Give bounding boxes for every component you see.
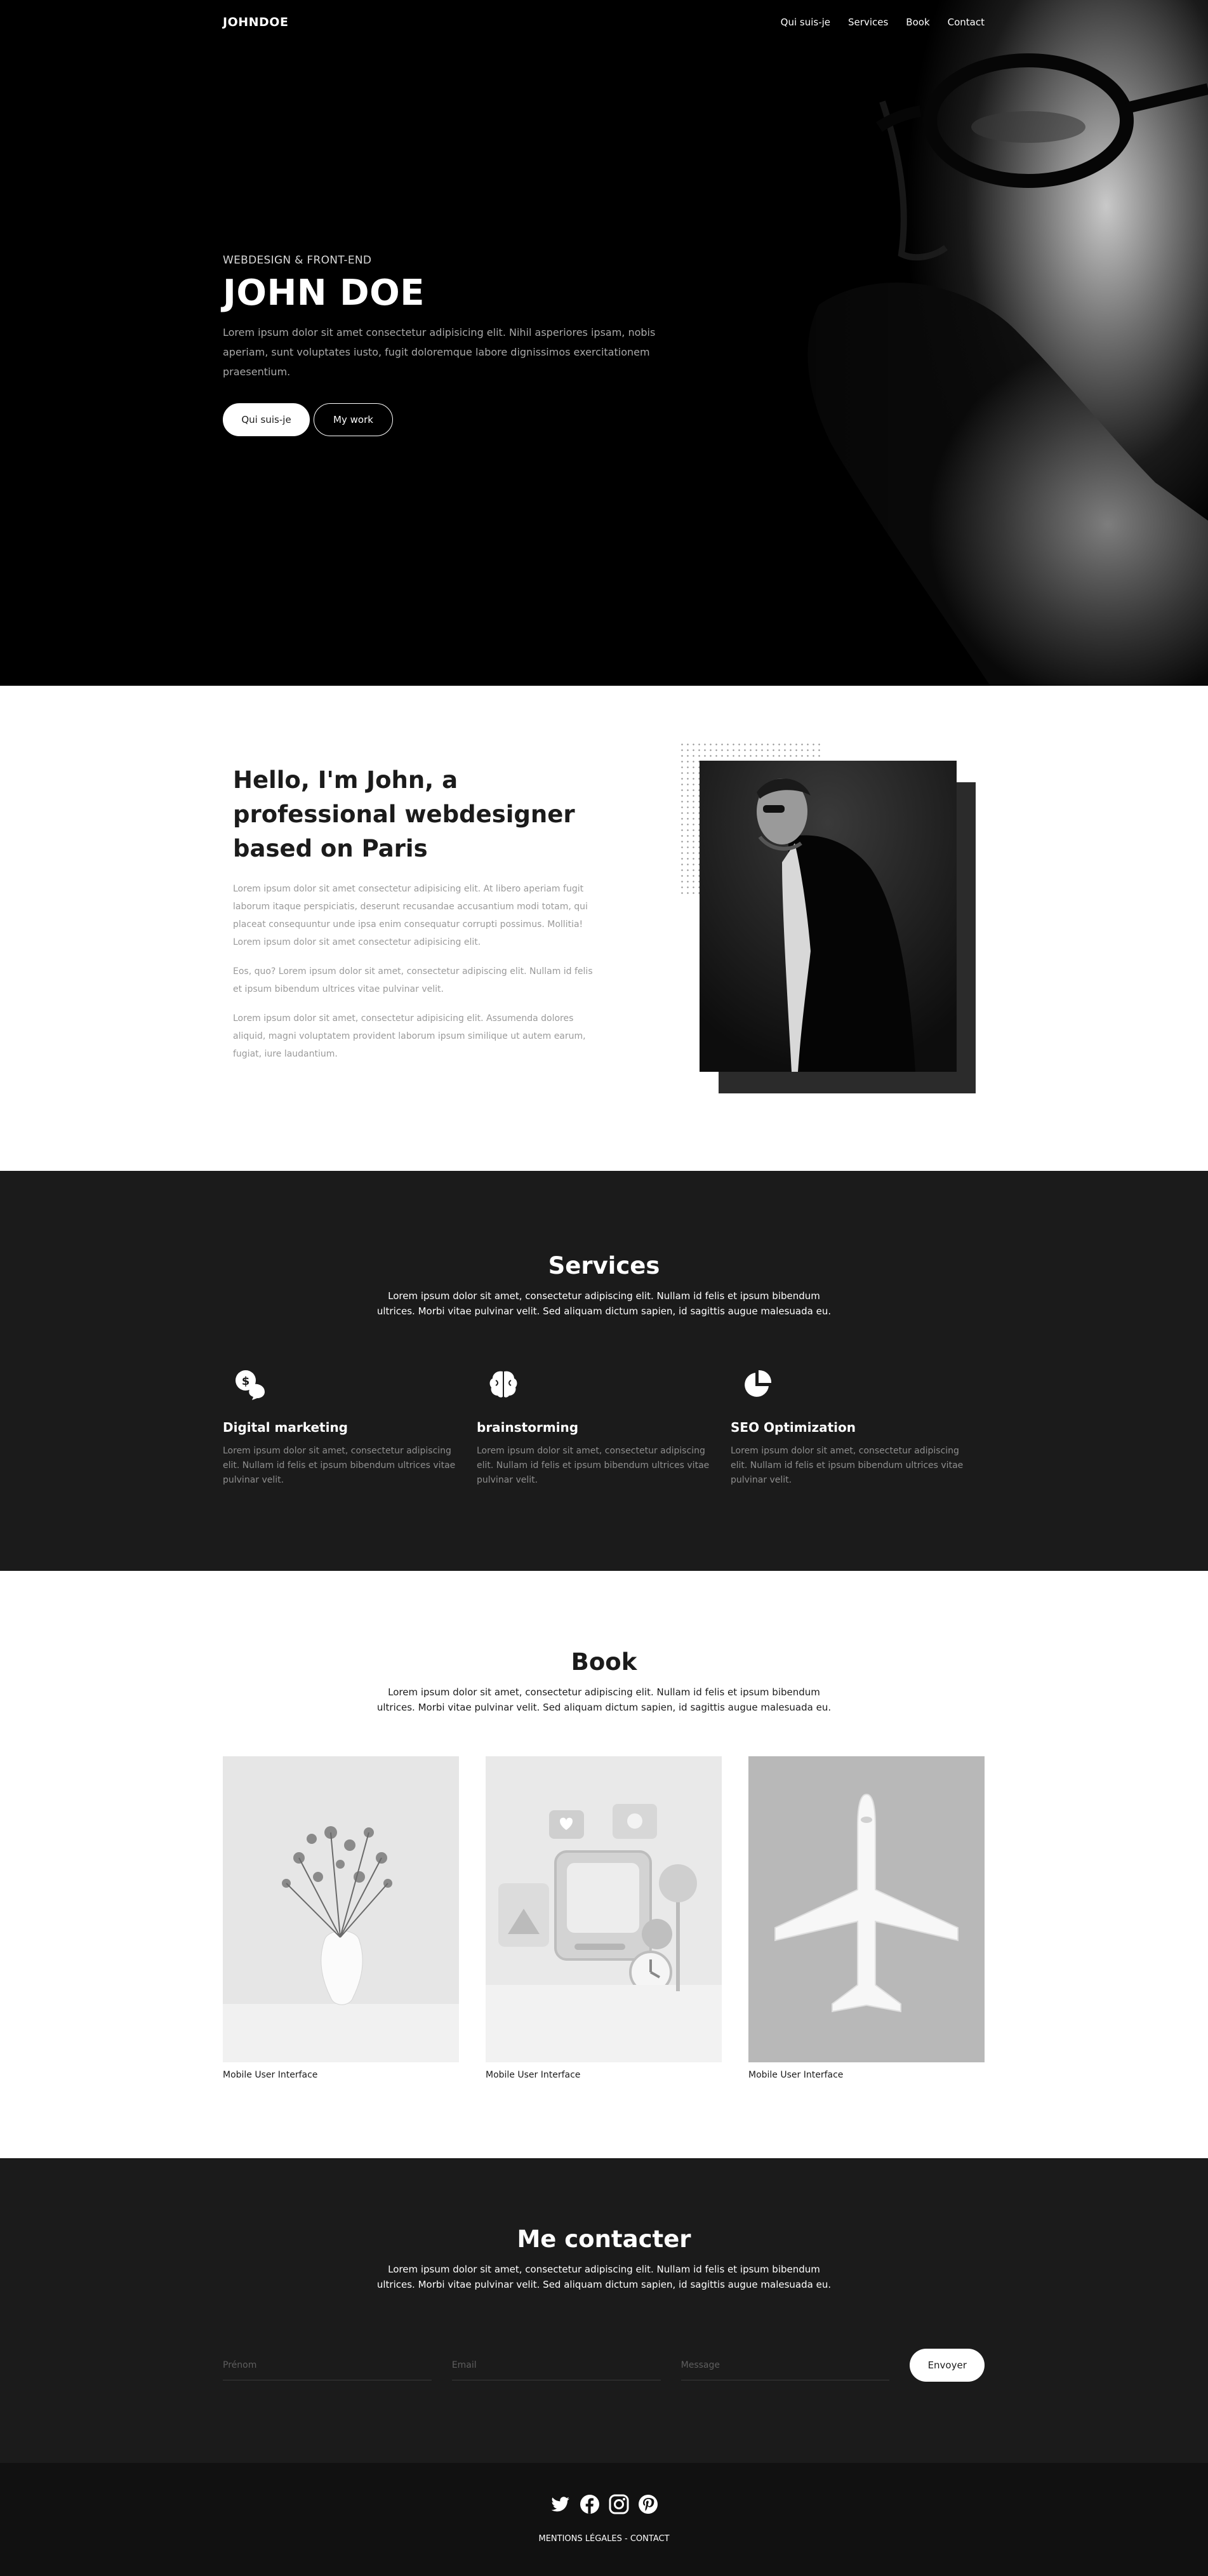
contact-section: Me contacter Lorem ipsum dolor sit amet,… bbox=[0, 2158, 1208, 2463]
book-card-caption: Mobile User Interface bbox=[748, 2070, 844, 2080]
nav-menu: Qui suis-je Services Book Contact bbox=[763, 17, 985, 28]
about-paragraph: Lorem ipsum dolor sit amet consectetur a… bbox=[233, 884, 588, 947]
qui-suis-je-button[interactable]: Qui suis-je bbox=[223, 403, 310, 437]
pie-chart-icon bbox=[745, 1370, 772, 1397]
nav-link-qui-suis-je[interactable]: Qui suis-je bbox=[781, 17, 830, 28]
nav-link-contact[interactable]: Contact bbox=[948, 17, 985, 28]
book-card[interactable]: Mobile User Interface bbox=[748, 1756, 985, 2080]
about-portrait-image bbox=[700, 761, 957, 1072]
footer-separator: - bbox=[621, 2534, 630, 2544]
facebook-icon[interactable] bbox=[579, 2493, 601, 2515]
email-input[interactable] bbox=[451, 2350, 661, 2380]
about-paragraph: Lorem ipsum dolor sit amet, consectetur … bbox=[233, 1013, 586, 1059]
service-title: SEO Optimization bbox=[731, 1420, 856, 1435]
services-list: $ Digital marketing Lorem ipsum dolor si… bbox=[223, 1368, 985, 1488]
hero-content: WEBDESIGN & FRONT-END JOHN DOE Lorem ips… bbox=[223, 254, 705, 437]
book-card[interactable]: Mobile User Interface bbox=[486, 1756, 722, 2080]
services-section: Services Lorem ipsum dolor sit amet, con… bbox=[0, 1171, 1208, 1571]
footer-contact-link[interactable]: CONTACT bbox=[630, 2534, 670, 2544]
hero-subtitle: WEBDESIGN & FRONT-END bbox=[223, 254, 372, 267]
message-input[interactable] bbox=[680, 2350, 890, 2380]
service-item: $ Digital marketing Lorem ipsum dolor si… bbox=[223, 1368, 477, 1488]
top-navbar: JOHNDOE Qui suis-je Services Book Contac… bbox=[223, 11, 985, 33]
service-title: brainstorming bbox=[477, 1420, 579, 1435]
hero-section: JOHNDOE Qui suis-je Services Book Contac… bbox=[0, 0, 1208, 686]
nav-link-book[interactable]: Book bbox=[906, 17, 929, 28]
flower-vase-image[interactable] bbox=[223, 1756, 459, 2062]
hero-text: Lorem ipsum dolor sit amet consectetur a… bbox=[223, 326, 656, 378]
nav-link-services[interactable]: Services bbox=[848, 17, 888, 28]
social-media-illustration-image[interactable] bbox=[486, 1756, 722, 2062]
my-work-button[interactable]: My work bbox=[314, 403, 393, 437]
book-title: Book bbox=[571, 1648, 637, 1676]
svg-text:$: $ bbox=[242, 1375, 250, 1388]
firstname-input[interactable] bbox=[223, 2350, 432, 2380]
service-item: brainstorming Lorem ipsum dolor sit amet… bbox=[477, 1368, 731, 1488]
services-subtitle: Lorem ipsum dolor sit amet, consectetur … bbox=[376, 1290, 832, 1317]
footer: MENTIONS LÉGALES - CONTACT bbox=[0, 2463, 1208, 2576]
service-text: Lorem ipsum dolor sit amet, consectetur … bbox=[223, 1446, 456, 1485]
hero-buttons: Qui suis-je My work bbox=[223, 403, 705, 437]
contact-subtitle: Lorem ipsum dolor sit amet, consectetur … bbox=[376, 2264, 832, 2290]
book-gallery: Mobile User Interface Mobile User Interf… bbox=[223, 1756, 985, 2080]
book-card-caption: Mobile User Interface bbox=[223, 2070, 318, 2080]
instagram-icon[interactable] bbox=[608, 2493, 630, 2515]
book-section: Book Lorem ipsum dolor sit amet, consect… bbox=[0, 1571, 1208, 2158]
book-card[interactable]: Mobile User Interface bbox=[223, 1756, 459, 2080]
about-paragraph: Eos, quo? Lorem ipsum dolor sit amet, co… bbox=[233, 966, 593, 994]
pinterest-icon[interactable] bbox=[637, 2493, 659, 2515]
dollar-chat-icon: $ bbox=[236, 1370, 265, 1400]
legal-links: MENTIONS LÉGALES - CONTACT bbox=[0, 2534, 1208, 2544]
legal-notice-link[interactable]: MENTIONS LÉGALES bbox=[538, 2534, 621, 2544]
site-logo[interactable]: JOHNDOE bbox=[223, 15, 288, 29]
hero-title: JOHN DOE bbox=[223, 272, 425, 314]
about-section: Hello, I'm John, a professional webdesig… bbox=[0, 686, 1208, 1171]
service-title: Digital marketing bbox=[223, 1420, 348, 1435]
about-title: Hello, I'm John, a professional webdesig… bbox=[233, 766, 575, 862]
contact-form: Envoyer bbox=[223, 2349, 985, 2382]
book-card-caption: Mobile User Interface bbox=[486, 2070, 581, 2080]
service-text: Lorem ipsum dolor sit amet, consectetur … bbox=[731, 1446, 964, 1485]
brain-icon bbox=[489, 1371, 517, 1398]
service-item: SEO Optimization Lorem ipsum dolor sit a… bbox=[731, 1368, 985, 1488]
services-title: Services bbox=[548, 1252, 660, 1279]
send-button[interactable]: Envoyer bbox=[910, 2349, 985, 2382]
about-text-block: Hello, I'm John, a professional webdesig… bbox=[233, 763, 598, 1063]
contact-title: Me contacter bbox=[517, 2226, 691, 2253]
airplane-image[interactable] bbox=[748, 1756, 985, 2062]
service-text: Lorem ipsum dolor sit amet, consectetur … bbox=[477, 1446, 710, 1485]
social-links bbox=[0, 2493, 1208, 2515]
twitter-icon[interactable] bbox=[550, 2493, 571, 2515]
book-subtitle: Lorem ipsum dolor sit amet, consectetur … bbox=[376, 1686, 832, 1713]
